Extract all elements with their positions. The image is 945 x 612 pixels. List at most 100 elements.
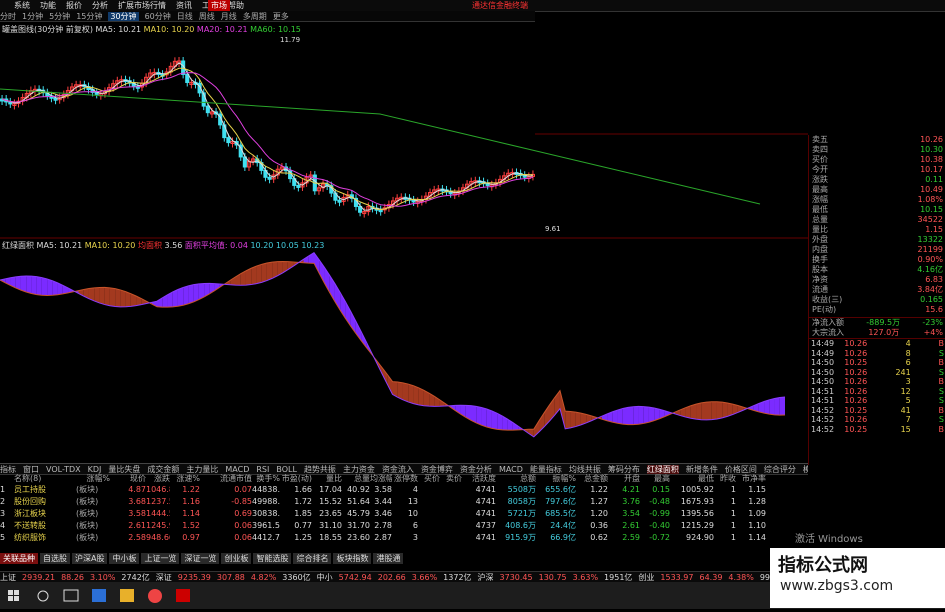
menu-item[interactable]: 功能: [40, 1, 56, 10]
column-header[interactable]: 最高: [640, 474, 670, 484]
column-header[interactable]: 涨幅%: [76, 474, 110, 484]
red-green-area-chart[interactable]: [0, 250, 808, 462]
indicator-tab[interactable]: 均线共振: [569, 465, 601, 474]
indicator-tab[interactable]: RSI: [256, 465, 269, 474]
column-header[interactable]: 市净率: [736, 474, 766, 484]
menu-item[interactable]: 报价: [66, 1, 82, 10]
menu-item[interactable]: 分析: [92, 1, 108, 10]
column-header[interactable]: 总金额: [576, 474, 608, 484]
column-header[interactable]: 振幅%: [536, 474, 576, 484]
indicator-tab[interactable]: 综合评分: [764, 465, 796, 474]
market-tab[interactable]: 深证一览: [181, 553, 220, 564]
table-row[interactable]: 5 纺织服饰 (板块) 2.58948.66 0.97 0.064412.76亿 1.25 1…: [0, 532, 808, 544]
period-tab[interactable]: 60分钟: [145, 12, 171, 21]
indicator-tab[interactable]: 主力资金: [343, 465, 375, 474]
indicator-tab[interactable]: 价格区间: [725, 465, 757, 474]
table-row[interactable]: 3 浙江板块 (板块) 3.581444.54 1.14 0.6930838.06亿 1.8…: [0, 508, 808, 520]
column-header[interactable]: [0, 474, 14, 484]
period-tab[interactable]: 分时: [0, 12, 16, 21]
column-header[interactable]: 均涨幅%: [370, 474, 392, 484]
table-cell: 1.22: [590, 485, 608, 494]
column-header[interactable]: 总额: [496, 474, 536, 484]
indicator-tab[interactable]: 新增条件: [686, 465, 718, 474]
column-header[interactable]: 涨速%: [170, 474, 200, 484]
market-tab[interactable]: 中小板: [109, 553, 140, 564]
market-tab[interactable]: 综合排名: [293, 553, 332, 564]
column-header[interactable]: 活跃度: [462, 474, 496, 484]
indicator-tab[interactable]: 趋势共振: [304, 465, 336, 474]
market-tab[interactable]: 板块指数: [333, 553, 372, 564]
indicator-tab[interactable]: 成交金额: [147, 465, 179, 474]
market-tab[interactable]: 上证一览: [141, 553, 180, 564]
period-tab[interactable]: 30分钟: [108, 12, 139, 21]
indicator-tab[interactable]: 量比失盘: [108, 465, 140, 474]
column-header[interactable]: 开盘: [608, 474, 640, 484]
indicator-tab[interactable]: 资金分析: [460, 465, 492, 474]
market-tab[interactable]: 智能选股: [253, 553, 292, 564]
period-tab[interactable]: 多周期: [243, 12, 267, 21]
windows-start-icon[interactable]: [8, 590, 19, 601]
period-tab[interactable]: 日线: [177, 12, 193, 21]
indicator-tab[interactable]: KDJ: [88, 465, 102, 474]
column-header[interactable]: 名称(8): [14, 474, 76, 484]
column-header[interactable]: 卖价: [440, 474, 462, 484]
market-tab[interactable]: 沪深A股: [72, 553, 108, 564]
tick-volume: 3: [905, 377, 911, 386]
task-view-icon[interactable]: [63, 589, 79, 602]
indicator-tab[interactable]: 资金流入: [382, 465, 414, 474]
table-cell: 3.46: [374, 509, 392, 518]
column-header[interactable]: 昨收: [714, 474, 736, 484]
indicator-tab[interactable]: MACD: [499, 465, 523, 474]
menu-item[interactable]: 帮助: [228, 1, 244, 10]
period-tab[interactable]: 1分钟: [22, 12, 43, 21]
column-header[interactable]: 现价: [110, 474, 146, 484]
stock-app-icon[interactable]: [176, 589, 190, 602]
column-header[interactable]: 买价: [418, 474, 440, 484]
candlestick-chart[interactable]: 11.79 9.61: [0, 34, 808, 239]
period-tab[interactable]: 15分钟: [76, 12, 102, 21]
indicator-tab[interactable]: 筹码分布: [608, 465, 640, 474]
column-header[interactable]: 总量: [342, 474, 370, 484]
column-header[interactable]: 流通市值: [200, 474, 252, 484]
period-tab[interactable]: 5分钟: [49, 12, 70, 21]
market-tab[interactable]: 自选股: [40, 553, 70, 564]
indicator-tab[interactable]: 窗口: [23, 465, 39, 474]
table-cell: 1.14: [182, 509, 200, 518]
quote-key: 卖四: [812, 145, 828, 154]
indicator-tab[interactable]: MACD: [225, 465, 249, 474]
market-tab[interactable]: 关联品种: [0, 553, 38, 564]
folder-icon[interactable]: [120, 589, 134, 602]
table-row[interactable]: 2 股份回购 (板块) 3.681237.57 1.16 -0.8549988.99亿 1.…: [0, 496, 808, 508]
column-header[interactable]: 换手%: [252, 474, 280, 484]
search-icon[interactable]: [37, 590, 49, 602]
indicator-tab[interactable]: VOL-TDX: [46, 465, 81, 474]
menu-item[interactable]: 资讯: [176, 1, 192, 10]
period-tab[interactable]: 更多: [273, 12, 289, 21]
table-row[interactable]: 1 员工持股 (板块) 4.871046.84 1.22 0.0744838.41亿 1.6…: [0, 484, 808, 496]
column-header[interactable]: 市盈(动): [280, 474, 312, 484]
column-header[interactable]: 量比: [312, 474, 342, 484]
table-cell: 1005.92: [680, 485, 714, 494]
edge-icon[interactable]: [92, 589, 106, 602]
status-zx-field: 1372亿: [443, 573, 472, 582]
menu-item[interactable]: 系统: [14, 1, 30, 10]
indicator-tab[interactable]: BOLL: [276, 465, 297, 474]
trade-ticks[interactable]: 14:49 10.26 4 B 14:49 10.26 8 S 14:50 10.25 6 B 14:5…: [809, 338, 945, 434]
indicator-tab[interactable]: 模拟大盘: [803, 465, 808, 474]
browser-icon[interactable]: [148, 589, 162, 603]
indicator-tab[interactable]: 资金博弈: [421, 465, 453, 474]
market-tab[interactable]: 港股通: [373, 553, 404, 564]
menu-item[interactable]: 扩展市场行情: [118, 1, 166, 10]
indicator-tab[interactable]: 红绿面积: [646, 465, 679, 474]
column-header[interactable]: 最低: [670, 474, 714, 484]
column-header[interactable]: 涨停数: [392, 474, 418, 484]
indicator-tab[interactable]: 主力量比: [186, 465, 218, 474]
market-tag[interactable]: 市场: [208, 0, 230, 11]
market-tab[interactable]: 创业板: [221, 553, 252, 564]
table-row[interactable]: 4不送转股(板块)2.611245.991.520.063961.57亿0.77…: [0, 520, 808, 532]
indicator-tab[interactable]: 指标: [0, 465, 16, 474]
column-header[interactable]: 涨跌: [146, 474, 170, 484]
period-tab[interactable]: 月线: [221, 12, 237, 21]
period-tab[interactable]: 周线: [199, 12, 215, 21]
indicator-tab[interactable]: 能量指标: [530, 465, 562, 474]
